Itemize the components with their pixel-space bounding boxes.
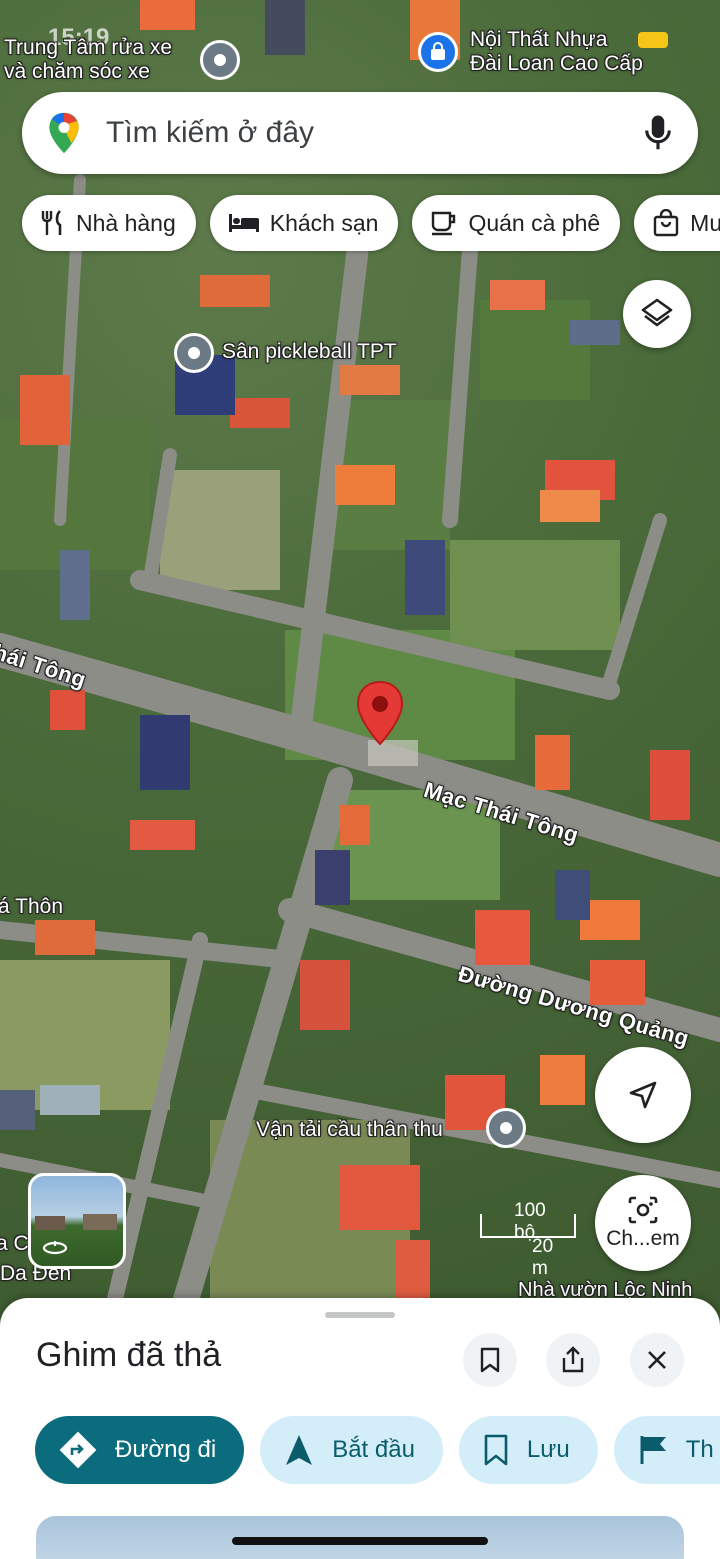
car-wash-pin-icon[interactable] bbox=[200, 40, 240, 80]
coffee-cup-icon bbox=[432, 211, 456, 236]
road-label-thon: á Thôn bbox=[0, 895, 63, 918]
road-label-bottom-left-1: a C bbox=[0, 1232, 29, 1255]
share-icon bbox=[562, 1346, 584, 1373]
save-button[interactable]: Lưu bbox=[458, 1416, 598, 1484]
navigation-arrow-icon bbox=[286, 1435, 313, 1465]
bookmark-outline-icon bbox=[480, 1347, 500, 1373]
street-view-thumbnail[interactable] bbox=[28, 1173, 126, 1269]
poi-label-car-wash[interactable]: Trung Tâm rửa xe và chăm sóc xe bbox=[4, 36, 172, 84]
map-view[interactable]: 15:19 Trung Tâm rửa xe và chăm sóc xe Nộ… bbox=[0, 0, 720, 1320]
shopping-bag-icon bbox=[653, 209, 679, 237]
layers-button[interactable] bbox=[623, 280, 691, 348]
search-bar[interactable]: Tìm kiếm ở đây bbox=[22, 92, 698, 174]
directions-icon bbox=[59, 1431, 97, 1469]
sheet-drag-handle[interactable] bbox=[325, 1312, 395, 1318]
google-maps-logo-icon bbox=[49, 112, 79, 154]
dropped-pin-icon[interactable] bbox=[356, 680, 404, 746]
pickleball-pin-icon[interactable] bbox=[174, 333, 214, 373]
chip-hotels[interactable]: Khách sạn bbox=[209, 195, 399, 251]
lens-button[interactable]: Ch...em bbox=[595, 1175, 691, 1271]
chip-shopping[interactable]: Mua sắm bbox=[634, 195, 720, 251]
start-button[interactable]: Bắt đầu bbox=[260, 1416, 443, 1484]
fork-knife-icon bbox=[41, 210, 62, 235]
action-buttons: Đường đi Bắt đầu Lưu Th bbox=[35, 1416, 720, 1484]
flag-button[interactable]: Th bbox=[613, 1416, 720, 1484]
place-bottom-sheet[interactable]: Ghim đã thả Đường đi Bắt đầu Lưu Th bbox=[0, 1298, 720, 1559]
scale-meters: 20 m bbox=[532, 1236, 554, 1279]
transport-pin-icon[interactable] bbox=[486, 1108, 526, 1148]
shopping-pin-icon[interactable] bbox=[418, 32, 458, 72]
lens-label: Ch...em bbox=[606, 1227, 680, 1250]
layers-icon bbox=[641, 298, 673, 327]
home-indicator[interactable] bbox=[232, 1537, 488, 1545]
sheet-title: Ghim đã thả bbox=[36, 1336, 222, 1374]
flag-icon bbox=[640, 1436, 666, 1464]
poi-label-transport[interactable]: Vận tải cầu thân thu bbox=[256, 1118, 443, 1142]
camera-lens-icon bbox=[628, 1196, 658, 1224]
chip-coffee[interactable]: Quán cà phê bbox=[412, 195, 621, 251]
poi-label-pickleball[interactable]: Sân pickleball TPT bbox=[222, 340, 397, 364]
category-chips: Nhà hàng Khách sạn Quán cà phê Mu bbox=[22, 195, 720, 251]
microphone-icon[interactable] bbox=[642, 113, 674, 153]
directions-button[interactable]: Đường đi bbox=[35, 1416, 245, 1484]
share-button[interactable] bbox=[546, 1333, 600, 1387]
poi-label-furniture[interactable]: Nội Thất Nhựa Đài Loan Cao Cấp bbox=[470, 28, 643, 76]
search-input[interactable]: Tìm kiếm ở đây bbox=[106, 116, 642, 150]
my-location-button[interactable] bbox=[595, 1047, 691, 1143]
close-button[interactable] bbox=[630, 1333, 684, 1387]
close-icon bbox=[648, 1351, 666, 1369]
bed-icon bbox=[228, 214, 259, 232]
bookmark-icon bbox=[484, 1434, 508, 1466]
chip-restaurants[interactable]: Nhà hàng bbox=[22, 195, 196, 251]
navigation-arrow-outline-icon bbox=[629, 1081, 657, 1109]
save-icon-button[interactable] bbox=[463, 1333, 517, 1387]
street-view-360-icon bbox=[42, 1241, 68, 1255]
